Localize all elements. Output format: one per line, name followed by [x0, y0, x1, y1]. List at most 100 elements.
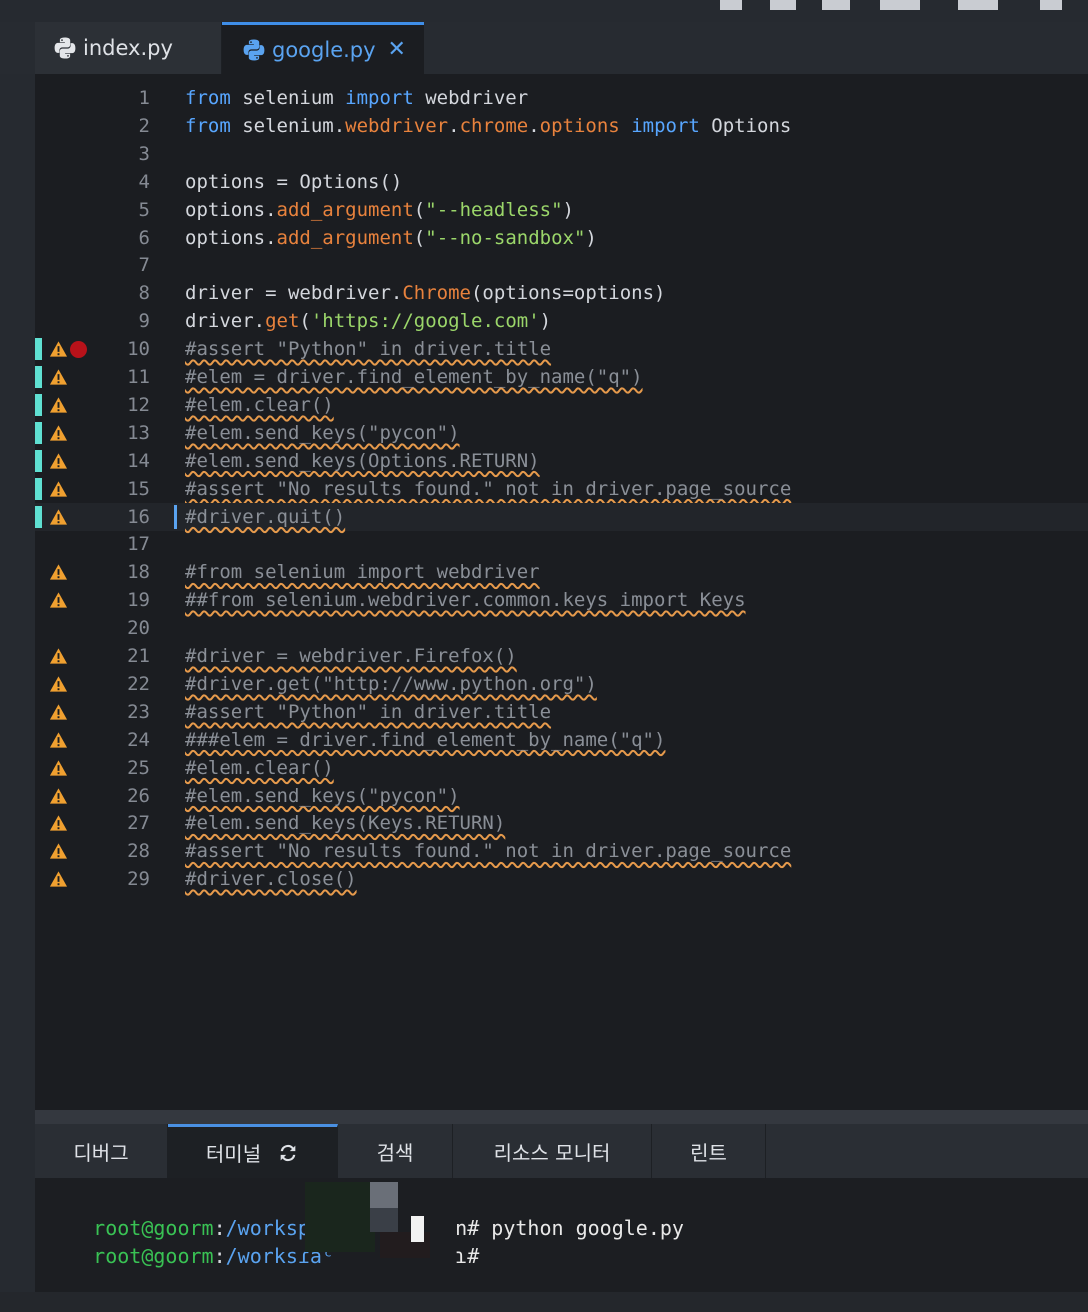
comment-token: #driver.get("http://www.python.org")	[185, 672, 597, 695]
line-number[interactable]: 16	[95, 503, 150, 531]
refresh-icon[interactable]	[277, 1142, 299, 1164]
line-number[interactable]: 8	[95, 279, 150, 307]
comment-token: ##from selenium.webdriver.common.keys im…	[185, 589, 746, 612]
tab-google-py[interactable]: google.py ✕	[222, 22, 424, 74]
warning-icon[interactable]	[49, 787, 68, 805]
warning-icon[interactable]	[49, 675, 68, 693]
code-text: #elem.send_keys("pycon")	[185, 419, 460, 447]
warning-icon[interactable]	[49, 340, 68, 358]
line-number[interactable]: 5	[95, 196, 150, 224]
line-number[interactable]: 26	[95, 782, 150, 810]
warning-icon[interactable]	[49, 731, 68, 749]
code-line[interactable]: 25 #elem.clear()	[35, 754, 1088, 782]
terminal[interactable]: root@goorm:/workspac n# python google.py…	[35, 1178, 1088, 1292]
close-tab-icon[interactable]: ✕	[388, 37, 406, 62]
line-number[interactable]: 17	[95, 530, 150, 558]
line-number[interactable]: 13	[95, 419, 150, 447]
code-line[interactable]: 6 options.add_argument("--no-sandbox")	[35, 224, 1088, 252]
warning-icon[interactable]	[49, 508, 68, 526]
code-line[interactable]: 20	[35, 614, 1088, 642]
code-line[interactable]: 10 #assert "Python" in driver.title	[35, 335, 1088, 363]
tab-terminal[interactable]: 터미널	[168, 1124, 338, 1178]
tools-icon[interactable]	[880, 0, 920, 10]
line-number[interactable]: 2	[95, 112, 150, 140]
line-number[interactable]: 27	[95, 809, 150, 837]
user-icon[interactable]	[1040, 0, 1062, 10]
tab-index-py[interactable]: index.py	[35, 22, 222, 74]
code-line[interactable]: 5 options.add_argument("--headless")	[35, 196, 1088, 224]
code-line[interactable]: 9 driver.get('https://google.com')	[35, 307, 1088, 335]
line-number[interactable]: 10	[95, 335, 150, 363]
code-line[interactable]: 17	[35, 530, 1088, 558]
warning-icon[interactable]	[49, 647, 68, 665]
line-number[interactable]: 20	[95, 614, 150, 642]
line-number[interactable]: 4	[95, 168, 150, 196]
line-number[interactable]: 29	[95, 865, 150, 893]
code-line[interactable]: 13 #elem.send_keys("pycon")	[35, 419, 1088, 447]
warning-icon[interactable]	[49, 703, 68, 721]
line-number[interactable]: 22	[95, 670, 150, 698]
code-line[interactable]: 22 #driver.get("http://www.python.org")	[35, 670, 1088, 698]
line-number[interactable]: 12	[95, 391, 150, 419]
help-icon[interactable]	[958, 0, 998, 10]
line-number[interactable]: 21	[95, 642, 150, 670]
redaction-block	[370, 1208, 398, 1232]
warning-icon[interactable]	[49, 842, 68, 860]
panel-resize-handle[interactable]	[35, 1110, 1088, 1124]
code-line[interactable]: 3	[35, 140, 1088, 168]
save-icon[interactable]	[720, 0, 742, 10]
line-number[interactable]: 18	[95, 558, 150, 586]
line-number[interactable]: 14	[95, 447, 150, 475]
code-line[interactable]: 23 #assert "Python" in driver.title	[35, 698, 1088, 726]
line-number[interactable]: 25	[95, 754, 150, 782]
tab-search[interactable]: 검색	[338, 1124, 453, 1178]
code-line[interactable]: 26 #elem.send_keys("pycon")	[35, 782, 1088, 810]
tab-lint[interactable]: 린트	[652, 1124, 766, 1178]
code-line[interactable]: 11 #elem = driver.find_element_by_name("q…	[35, 363, 1088, 391]
warning-icon[interactable]	[49, 424, 68, 442]
warning-icon[interactable]	[49, 452, 68, 470]
code-line[interactable]: 15 #assert "No results found." not in dri…	[35, 475, 1088, 503]
code-line[interactable]: 18 #from selenium import webdriver	[35, 558, 1088, 586]
code-line[interactable]: 8 driver = webdriver.Chrome(options=optio…	[35, 279, 1088, 307]
warning-icon[interactable]	[49, 368, 68, 386]
code-line[interactable]: 1 from selenium import webdriver	[35, 84, 1088, 112]
code-line[interactable]: 29 #driver.close()	[35, 865, 1088, 893]
line-number[interactable]: 19	[95, 586, 150, 614]
code-editor[interactable]: 1 from selenium import webdriver 2 from sel…	[35, 74, 1088, 1110]
warning-icon[interactable]	[49, 480, 68, 498]
line-number[interactable]: 24	[95, 726, 150, 754]
code-line[interactable]: 19 ##from selenium.webdriver.common.keys …	[35, 586, 1088, 614]
code-line[interactable]: 24 ###elem = driver.find_element_by_name(…	[35, 726, 1088, 754]
warning-icon[interactable]	[49, 563, 68, 581]
line-number[interactable]: 11	[95, 363, 150, 391]
line-number[interactable]: 3	[95, 140, 150, 168]
code-line[interactable]: 7	[35, 251, 1088, 279]
code-line[interactable]: 14 #elem.send_keys(Options.RETURN)	[35, 447, 1088, 475]
breakpoint-icon[interactable]	[70, 341, 87, 359]
code-line[interactable]: 21 #driver = webdriver.Firefox()	[35, 642, 1088, 670]
code-line[interactable]: 12 #elem.clear()	[35, 391, 1088, 419]
line-number[interactable]: 9	[95, 307, 150, 335]
code-text: #elem = driver.find_element_by_name("q")	[185, 363, 643, 391]
line-number[interactable]: 6	[95, 224, 150, 252]
tab-debug[interactable]: 디버그	[35, 1124, 168, 1178]
search-icon[interactable]	[822, 0, 850, 10]
tab-resource-monitor[interactable]: 리소스 모니터	[453, 1124, 652, 1178]
warning-icon[interactable]	[49, 870, 68, 888]
line-number[interactable]: 23	[95, 698, 150, 726]
code-line[interactable]: 27 #elem.send_keys(Keys.RETURN)	[35, 809, 1088, 837]
code-line[interactable]: 28 #assert "No results found." not in dri…	[35, 837, 1088, 865]
warning-icon[interactable]	[49, 759, 68, 777]
copy-icon[interactable]	[770, 0, 796, 10]
line-number[interactable]: 1	[95, 84, 150, 112]
line-number[interactable]: 15	[95, 475, 150, 503]
warning-icon[interactable]	[49, 814, 68, 832]
warning-icon[interactable]	[49, 396, 68, 414]
line-number[interactable]: 7	[95, 251, 150, 279]
warning-icon[interactable]	[49, 591, 68, 609]
code-line[interactable]: 16 #driver.quit()	[35, 502, 1088, 531]
line-number[interactable]: 28	[95, 837, 150, 865]
code-line[interactable]: 2 from selenium.webdriver.chrome.options …	[35, 112, 1088, 140]
code-line[interactable]: 4 options = Options()	[35, 168, 1088, 196]
